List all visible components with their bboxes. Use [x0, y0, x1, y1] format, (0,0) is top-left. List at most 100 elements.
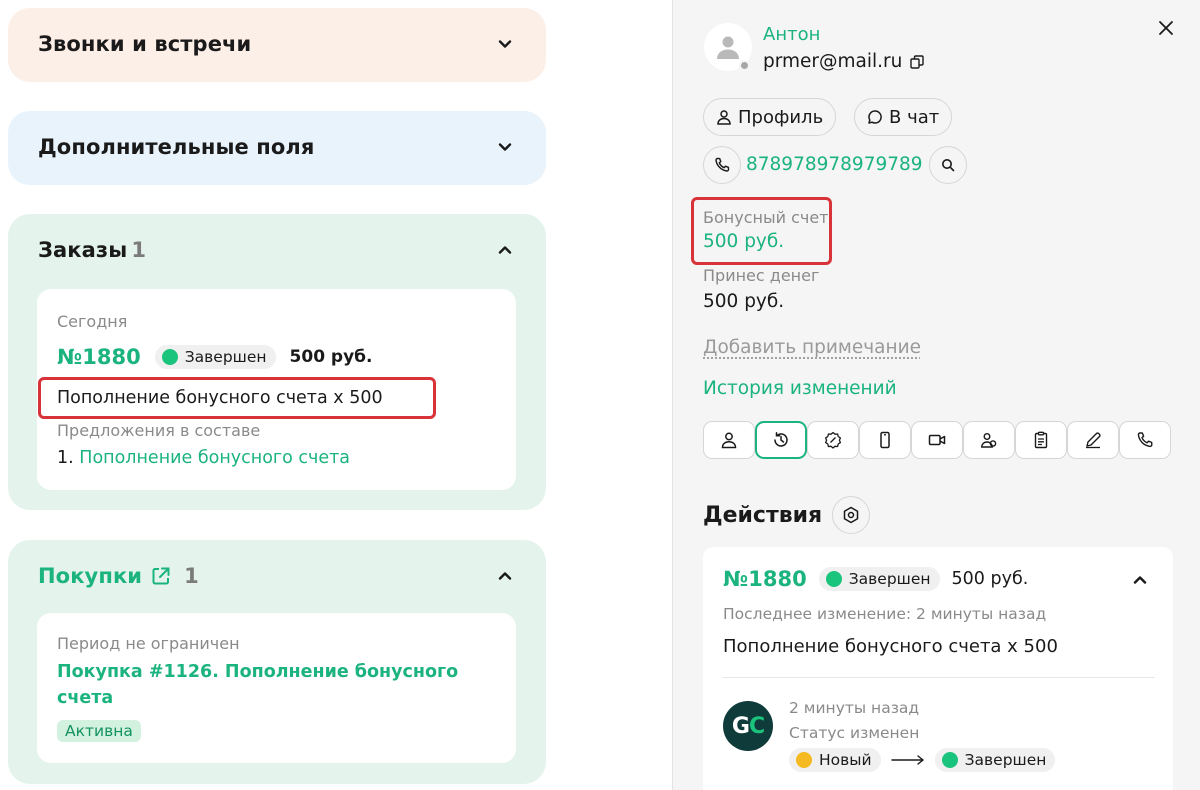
video-camera-icon [928, 431, 946, 449]
status-transition: Новый Завершен [789, 748, 1056, 772]
purchases-count: 1 [184, 564, 199, 588]
order-price: 500 руб. [289, 347, 373, 367]
action-status-label: Завершен [848, 570, 931, 588]
tab-profile[interactable] [703, 421, 755, 459]
external-link-icon[interactable] [150, 565, 172, 587]
action-order-number[interactable]: №1880 [723, 567, 807, 591]
add-note-link[interactable]: Добавить примечание [703, 337, 921, 358]
order-number[interactable]: №1880 [57, 345, 141, 369]
to-status-badge: Завершен [934, 748, 1056, 772]
purchases-title[interactable]: Покупки [38, 564, 142, 588]
profile-button-label: Профиль [738, 106, 824, 128]
extra-fields-title: Дополнительные поля [38, 135, 315, 159]
contact-name[interactable]: Антон [763, 24, 820, 45]
chat-icon [867, 109, 883, 125]
orders-title: Заказы [38, 238, 128, 262]
calls-title: Звонки и встречи [38, 32, 252, 56]
bonus-highlight-box [691, 197, 832, 265]
from-status-badge: Новый [789, 748, 881, 772]
orders-heading: Заказы 1 [38, 238, 146, 262]
chevron-up-icon[interactable] [1129, 569, 1151, 591]
call-button[interactable] [703, 146, 741, 184]
order-date: Сегодня [57, 312, 128, 331]
status-dot-icon [941, 752, 958, 768]
history-link[interactable]: История изменений [703, 378, 897, 399]
tab-team[interactable] [963, 421, 1015, 459]
contact-panel: Антон prmer@mail.ru Профиль В чат 878978… [673, 0, 1200, 790]
badge-percent-icon [824, 431, 842, 449]
status-dot-icon [161, 349, 178, 365]
action-price: 500 руб. [951, 569, 1029, 589]
tab-history[interactable] [755, 421, 807, 459]
actions-title: Действия [703, 503, 823, 528]
action-status-badge: Завершен [818, 567, 940, 591]
event-title: Статус изменен [789, 724, 920, 742]
purchase-link[interactable]: Покупка #1126. Пополнение бонусного счет… [57, 659, 458, 711]
smartphone-icon [876, 431, 894, 449]
left-column: Звонки и встречи Дополнительные поля Зак… [0, 0, 672, 790]
gc-avatar-g: G [731, 713, 750, 739]
contact-email: prmer@mail.ru [763, 51, 903, 72]
offer-index: 1. [57, 448, 74, 468]
phone-icon [1136, 431, 1154, 449]
chevron-up-icon[interactable] [494, 239, 516, 261]
to-status-label: Завершен [964, 751, 1047, 769]
purchases-header[interactable]: Покупки 1 [38, 564, 516, 588]
chevron-down-icon[interactable] [494, 33, 516, 55]
contact-email-row: prmer@mail.ru [763, 51, 925, 72]
tab-discounts[interactable] [807, 421, 859, 459]
person-icon [716, 109, 732, 125]
hexagon-settings-icon [842, 506, 860, 524]
chevron-up-icon[interactable] [494, 565, 516, 587]
actions-settings-button[interactable] [832, 496, 870, 534]
purchase-period: Период не ограничен [57, 634, 240, 653]
action-description: Пополнение бонусного счета x 500 [723, 636, 1058, 657]
offers-label: Предложения в составе [57, 421, 261, 440]
orders-count: 1 [131, 238, 146, 262]
from-status-label: Новый [819, 751, 872, 769]
action-separator [723, 677, 1155, 678]
tab-calls[interactable] [1119, 421, 1171, 459]
chat-button[interactable]: В чат [854, 98, 953, 136]
tab-mobile[interactable] [859, 421, 911, 459]
chevron-down-icon[interactable] [494, 136, 516, 158]
extra-fields-header[interactable]: Дополнительные поля [38, 135, 516, 159]
contact-phone[interactable]: 878978978979789 [746, 154, 923, 175]
calls-accordion[interactable]: Звонки и встречи [8, 8, 546, 82]
money-value: 500 руб. [703, 291, 785, 312]
highlight-box [38, 377, 436, 419]
close-icon[interactable] [1158, 20, 1174, 40]
gc-avatar: GC [723, 701, 773, 751]
copy-icon[interactable] [910, 54, 925, 69]
orders-header[interactable]: Заказы 1 [38, 238, 516, 262]
status-label: Завершен [184, 348, 267, 366]
arrow-right-icon [890, 755, 925, 765]
user-icon [717, 36, 739, 59]
profile-button[interactable]: Профиль [703, 98, 837, 136]
chat-button-label: В чат [889, 106, 940, 128]
gc-avatar-c: C [748, 713, 765, 739]
tab-edit[interactable] [1067, 421, 1119, 459]
offer-link[interactable]: Пополнение бонусного счета [79, 448, 350, 468]
calls-accordion-header[interactable]: Звонки и встречи [38, 32, 516, 56]
users-icon [980, 431, 998, 449]
purchase-card[interactable]: Период не ограничен Покупка #1126. Попол… [37, 613, 516, 763]
history-icon [772, 431, 790, 449]
extra-fields-accordion[interactable]: Дополнительные поля [8, 111, 546, 185]
pencil-icon [1084, 431, 1102, 449]
action-card: №1880 Завершен 500 руб. Последнее измене… [703, 547, 1173, 790]
purchases-heading: Покупки 1 [38, 564, 199, 588]
icon-tab-bar [703, 421, 1171, 459]
tab-video[interactable] [911, 421, 963, 459]
action-order-summary: №1880 Завершен 500 руб. [723, 567, 1028, 591]
status-dot-icon [796, 752, 812, 768]
order-summary: №1880 Завершен 500 руб. [57, 345, 373, 369]
tab-tasks[interactable] [1015, 421, 1067, 459]
phone-search-button[interactable] [929, 146, 967, 184]
status-badge: Завершен [154, 345, 276, 369]
action-last-change: Последнее изменение: 2 минуты назад [723, 605, 1047, 623]
purchase-status-badge: Активна [57, 720, 141, 742]
purchase-link-line2: счета [57, 688, 114, 708]
orders-accordion: Заказы 1 Сегодня №1880 Завершен 500 руб. … [8, 214, 546, 510]
search-icon [941, 158, 955, 172]
